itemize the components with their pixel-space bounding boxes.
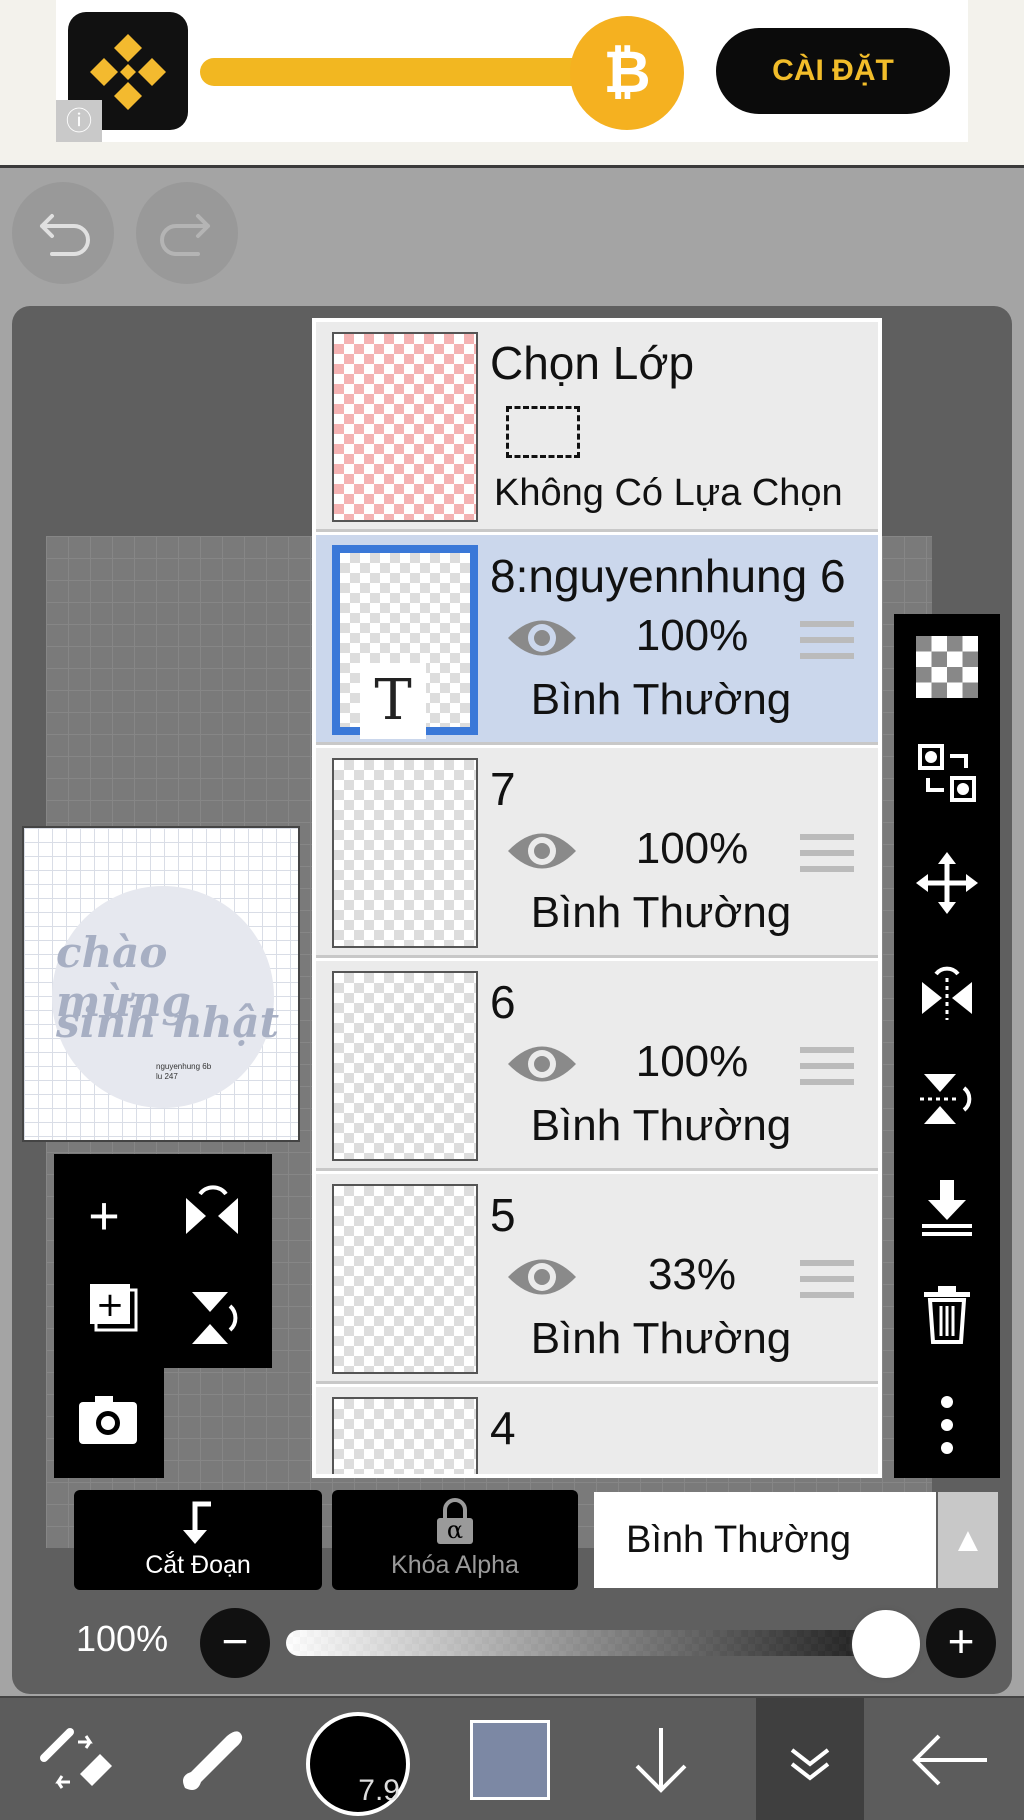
selection-layer-row[interactable]: Chọn Lớp Không Có Lựa Chọn (316, 322, 878, 532)
layer-blend-mode: Bình Thường (530, 888, 792, 937)
merge-down-icon[interactable] (912, 1176, 982, 1246)
chevron-up-icon[interactable]: ▲ (938, 1492, 998, 1588)
layer-opacity: 33% (647, 1250, 737, 1299)
layer-name: 8:nguyennhung 6 (490, 550, 846, 602)
layers-panel: Chọn Lớp Không Có Lựa Chọn T 8:nguyennhu… (312, 318, 882, 1478)
brush-icon[interactable] (160, 1698, 260, 1820)
redo-button[interactable] (136, 182, 238, 284)
arrow-down-icon[interactable] (616, 1698, 706, 1820)
opacity-slider-thumb[interactable] (852, 1610, 920, 1678)
flip-horizontal-icon[interactable] (912, 962, 982, 1032)
delete-layer-icon[interactable] (912, 1282, 982, 1352)
layer-opacity: 100% (635, 824, 749, 873)
layer-row-8[interactable]: T 8:nguyennhung 6 100% Bình Thường (316, 535, 878, 745)
transparency-checker-icon[interactable] (912, 636, 982, 706)
more-options-icon[interactable] (912, 1394, 982, 1464)
blend-mode-select[interactable]: Bình Thường (594, 1492, 936, 1588)
tool-switch-icon[interactable] (20, 1698, 130, 1820)
layer-name: 4 (490, 1402, 516, 1454)
layer-thumbnail: T (332, 545, 478, 739)
selection-layer-title: Chọn Lớp (490, 337, 695, 389)
layer-thumbnail (332, 1397, 478, 1474)
layer-opacity: 100% (635, 1037, 749, 1086)
layer-blend-mode: Bình Thường (530, 1314, 792, 1363)
opacity-value: 100% (76, 1618, 169, 1659)
double-chevron-down-icon (790, 1748, 830, 1781)
camera-icon[interactable] (68, 1384, 148, 1464)
alpha-symbol: α (446, 1516, 464, 1544)
layer-blend-mode: Bình Thường (530, 1101, 792, 1150)
drag-handle-icon[interactable] (800, 1260, 854, 1300)
layer-action-panel: + + (54, 1154, 272, 1368)
color-swatch[interactable] (470, 1720, 550, 1800)
preview-caption: nguyenhung 6b lu 247 (156, 1062, 211, 1082)
visibility-eye-icon[interactable] (506, 826, 578, 876)
camera-panel (54, 1368, 164, 1478)
layer-opacity: 100% (635, 611, 749, 660)
selection-layer-thumbnail (332, 332, 478, 522)
layer-row-4[interactable]: 4 (316, 1387, 878, 1474)
ad-banner[interactable]: ⓘ ₿ CÀI ĐẶT (0, 0, 1024, 168)
layer-name: 5 (490, 1189, 516, 1241)
drag-handle-icon[interactable] (800, 834, 854, 874)
ad-info-icon[interactable]: ⓘ (56, 100, 102, 142)
layer-thumbnail (332, 1184, 478, 1374)
ad-install-button[interactable]: CÀI ĐẶT (716, 28, 950, 114)
move-icon[interactable] (912, 852, 982, 922)
preview-caption-line1: nguyenhung 6b (156, 1062, 212, 1071)
swap-layer-icon[interactable] (912, 742, 982, 812)
clipping-arrow-icon (183, 1501, 211, 1544)
alpha-lock-button[interactable]: α Khóa Alpha (332, 1490, 578, 1590)
undo-button[interactable] (12, 182, 114, 284)
opacity-increase-button[interactable]: + (926, 1608, 996, 1678)
visibility-eye-icon[interactable] (506, 1252, 578, 1302)
flip-vertical-icon[interactable] (172, 1278, 252, 1358)
opacity-slider[interactable] (286, 1630, 900, 1656)
back-arrow-icon[interactable] (900, 1698, 1000, 1820)
brush-size-value: 7.9 (358, 1774, 400, 1807)
preview-caption-line2: lu 247 (156, 1072, 178, 1081)
visibility-eye-icon[interactable] (506, 1039, 578, 1089)
layer-name: 7 (490, 763, 516, 815)
layer-row-6[interactable]: 6 100% Bình Thường (316, 961, 878, 1171)
opacity-decrease-button[interactable]: − (200, 1608, 270, 1678)
selection-status: Không Có Lựa Chọn (494, 472, 843, 514)
layer-tools-sidebar (894, 614, 1000, 1478)
layer-row-7[interactable]: 7 100% Bình Thường (316, 748, 878, 958)
preview-text-line2: sinh nhật (56, 998, 279, 1047)
redo-icon (160, 214, 210, 256)
clipping-button[interactable]: Cắt Đoạn (74, 1490, 322, 1590)
layer-name: 6 (490, 976, 516, 1028)
layer-thumbnail (332, 971, 478, 1161)
layer-row-5[interactable]: 5 33% Bình Thường (316, 1174, 878, 1384)
duplicate-layer-icon[interactable]: + (74, 1278, 154, 1358)
undo-icon (40, 214, 90, 256)
brush-size-button[interactable]: 7.9 (306, 1712, 410, 1816)
clipping-label: Cắt Đoạn (145, 1551, 251, 1579)
flip-horizontal-icon[interactable] (172, 1176, 252, 1256)
selection-marquee-icon (506, 406, 580, 458)
svg-text:+: + (96, 1285, 125, 1325)
alpha-lock-label: Khóa Alpha (391, 1551, 519, 1579)
flip-vertical-icon[interactable] (912, 1068, 982, 1138)
canvas-preview[interactable]: chào mừng sinh nhật nguyenhung 6b lu 247 (22, 826, 300, 1142)
drag-handle-icon[interactable] (800, 1047, 854, 1087)
visibility-eye-icon[interactable] (506, 613, 578, 663)
layer-blend-mode: Bình Thường (530, 675, 792, 724)
bottom-toolbar: 7.9 (0, 1696, 1024, 1820)
add-layer-icon[interactable]: + (64, 1176, 144, 1256)
layer-thumbnail (332, 758, 478, 948)
bitcoin-coin-icon: ₿ (570, 16, 684, 130)
drag-handle-icon[interactable] (800, 621, 854, 661)
text-layer-icon: T (360, 663, 426, 739)
alpha-lock-icon: α (434, 1498, 476, 1546)
collapse-panel-button[interactable] (756, 1698, 864, 1820)
